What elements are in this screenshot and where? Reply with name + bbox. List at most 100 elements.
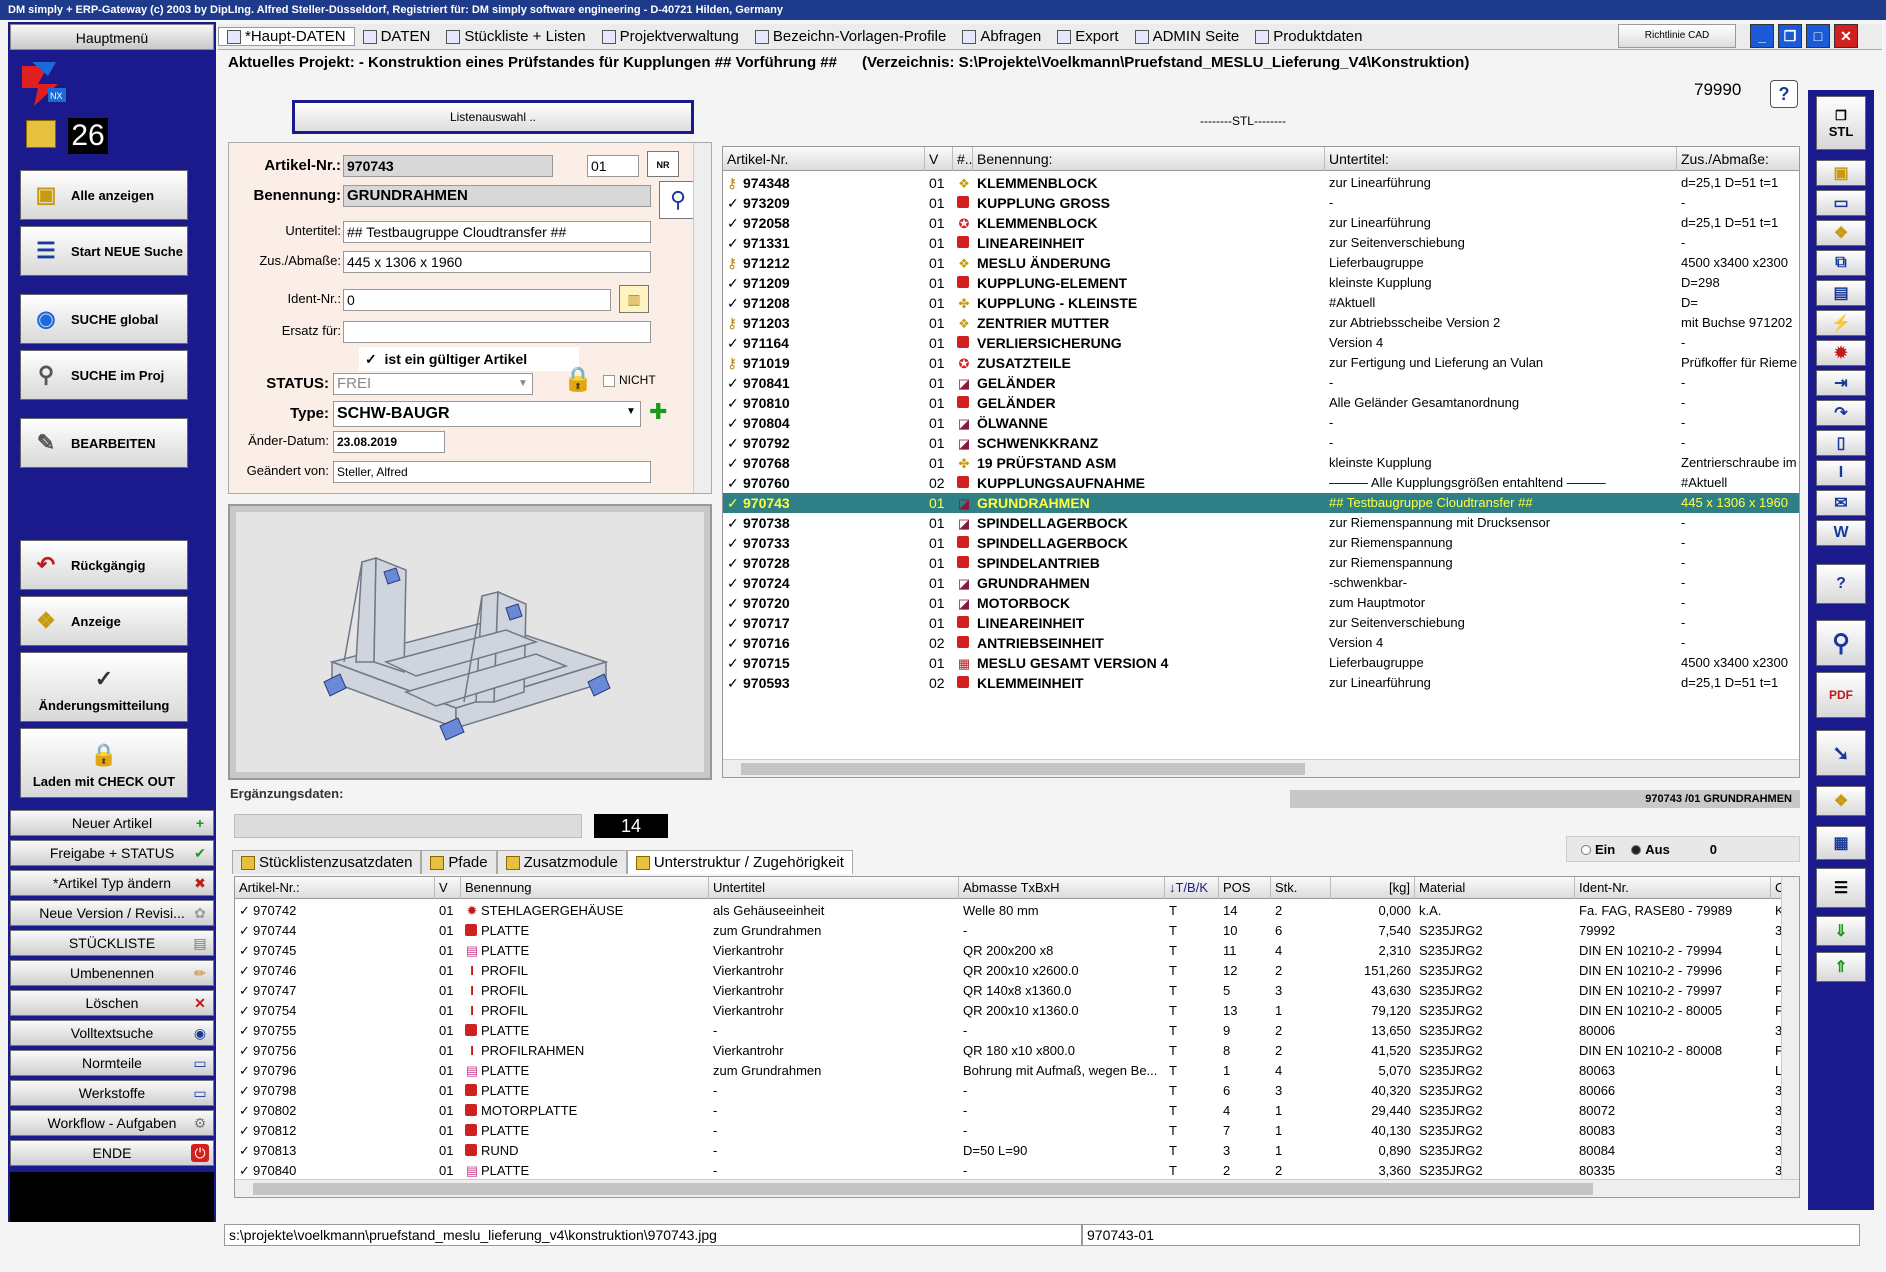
new-article-button[interactable]: Neuer Artikel + — [10, 810, 214, 836]
list-tool-button[interactable]: ☰ — [1816, 868, 1866, 908]
change-notice-button[interactable]: ✓ Änderungsmitteilung — [20, 652, 188, 722]
col-tbk[interactable]: ↓T/B/K — [1165, 877, 1219, 899]
table-row[interactable]: ✓ 970796 01 ▤ PLATTE zum Grundrahmen Bohrung m… — [235, 1061, 1799, 1081]
change-type-button[interactable]: *Artikel Typ ändern ✖ — [10, 870, 214, 896]
table-row[interactable]: ✓ 970754 01 I PROFIL Vierkantrohr QR 200x10 x1… — [235, 1001, 1799, 1021]
radio-ein[interactable]: Ein — [1581, 842, 1615, 857]
table-row[interactable]: ✓ 970841 01 ◪ GELÄNDER - - — [723, 373, 1799, 393]
ident-lookup-icon[interactable]: ▥ — [619, 285, 649, 313]
aender-field[interactable]: 23.08.2019 — [333, 431, 445, 453]
ident-field[interactable]: 0 — [343, 289, 611, 311]
materials-button[interactable]: Werkstoffe ▭ — [10, 1080, 214, 1106]
col-benennung[interactable]: Benennung: — [973, 147, 1325, 171]
table-row[interactable]: ✓ 970743 01 ◪ GRUNDRAHMEN ## Testbaugruppe Cl… — [723, 493, 1799, 513]
rename-button[interactable]: Umbenennen ✏ — [10, 960, 214, 986]
col-untertitel[interactable]: Untertitel — [709, 877, 959, 899]
zus-field[interactable]: 445 x 1306 x 1960 — [343, 251, 651, 273]
edit-button[interactable]: ✎ BEARBEITEN — [20, 418, 188, 468]
table-tool-button[interactable]: ▦ — [1816, 826, 1866, 860]
table-row[interactable]: ✓ 970810 01 GELÄNDER Alle Geländer Gesamtano… — [723, 393, 1799, 413]
mail-tool-button[interactable]: ✉ — [1816, 490, 1866, 516]
version-field[interactable]: 01 — [587, 155, 639, 177]
pdf-tool-button[interactable]: PDF — [1816, 672, 1866, 718]
restore-icon[interactable]: ❐ — [1778, 24, 1802, 48]
add-type-icon[interactable]: ✚ — [649, 399, 679, 429]
tag-tool-button[interactable]: ❖ — [1816, 786, 1866, 816]
substructure-vscroll[interactable] — [1781, 877, 1799, 1197]
table-row[interactable]: ✓ 970720 01 ◪ MOTORBOCK zum Hauptmotor - — [723, 593, 1799, 613]
radio-aus[interactable]: Aus — [1631, 842, 1670, 857]
table-row[interactable]: ✓ 971331 01 LINEAREINHEIT zur Seitenverschie… — [723, 233, 1799, 253]
minimize-icon[interactable]: _ — [1750, 24, 1774, 48]
workflow-button[interactable]: Workflow - Aufgaben ⚙ — [10, 1110, 214, 1136]
paste-tool-button[interactable]: ▤ — [1816, 280, 1866, 306]
table-row[interactable]: ✓ 970745 01 ▤ PLATTE Vierkantrohr QR 200x200 x… — [235, 941, 1799, 961]
delete-button[interactable]: Löschen ✕ — [10, 990, 214, 1016]
table-row[interactable]: ✓ 970768 01 ✤ 19 PRÜFSTAND ASM kleinste Kuppl… — [723, 453, 1799, 473]
sheet-tool-button[interactable]: ▭ — [1816, 190, 1866, 216]
assembly-tool-button[interactable]: ❖ — [1816, 220, 1866, 246]
table-row[interactable]: ✓ 970840 01 ▤ PLATTE - - T 2 2 3,360 S235JRG2 80335 3 — [235, 1161, 1799, 1181]
close-icon[interactable]: ✕ — [1834, 24, 1858, 48]
table-row[interactable]: ✓ 970798 01 PLATTE - - T 6 3 40,320 S235JRG2 80066 3 — [235, 1081, 1799, 1101]
table-row[interactable]: ✓ 970792 01 ◪ SCHWENKKRANZ - - — [723, 433, 1799, 453]
table-row[interactable]: ✓ 973209 01 KUPPLUNG GROSS - - — [723, 193, 1799, 213]
lock-icon[interactable]: 🔒 — [563, 365, 593, 397]
table-row[interactable]: ✓ 971209 01 KUPPLUNG-ELEMENT kleinste Kupplu… — [723, 273, 1799, 293]
show-all-button[interactable]: ▣ Alle anzeigen — [20, 170, 188, 220]
help-tool-button[interactable]: ? — [1816, 564, 1866, 604]
doc-tool-button[interactable]: ▯ — [1816, 430, 1866, 456]
col-benennung[interactable]: Benennung — [461, 877, 709, 899]
table-row[interactable]: ⚷ 971019 01 ✪ ZUSATZTEILE zur Fertigung und L… — [723, 353, 1799, 373]
table-row[interactable]: ✓ 970744 01 PLATTE zum Grundrahmen - T 10 6 7,540… — [235, 921, 1799, 941]
menu-projektverwaltung[interactable]: Projektverwaltung — [594, 28, 747, 45]
table-row[interactable]: ✓ 971164 01 VERLIERSICHERUNG Version 4- — [723, 333, 1799, 353]
nicht-checkbox[interactable] — [603, 375, 615, 387]
geaendert-field[interactable]: Steller, Alfred — [333, 461, 651, 483]
menu-admin[interactable]: ADMIN Seite — [1127, 28, 1248, 45]
standard-parts-button[interactable]: Normteile ▭ — [10, 1050, 214, 1076]
insert-tool-button[interactable]: ⇥ — [1816, 370, 1866, 396]
col-stk[interactable]: Stk. — [1271, 877, 1331, 899]
table-row[interactable]: ✓ 970738 01 ◪ SPINDELLAGERBOCK zur Riemenspan… — [723, 513, 1799, 533]
exit-button[interactable]: ENDE ⏻ — [10, 1140, 214, 1166]
magnifier-icon[interactable]: ⚲ — [659, 181, 697, 219]
menu-stueckliste[interactable]: Stückliste + Listen — [438, 28, 593, 45]
curve-tool-button[interactable]: ↷ — [1816, 400, 1866, 426]
table-row[interactable]: ✓ 970717 01 LINEAREINHEIT zur Seitenverschie… — [723, 613, 1799, 633]
table-row[interactable]: ✓ 970742 01 ✹ STEHLAGERGEHÄUSE als Gehäuseein… — [235, 901, 1799, 921]
table-row[interactable]: ✓ 970804 01 ◪ ÖLWANNE - - — [723, 413, 1799, 433]
display-button[interactable]: ❖ Anzeige — [20, 596, 188, 646]
gear-tool-button[interactable]: ✹ — [1816, 340, 1866, 366]
maximize-icon[interactable]: □ — [1806, 24, 1830, 48]
release-status-button[interactable]: Freigabe + STATUS ✔ — [10, 840, 214, 866]
untertitel-field[interactable]: ## Testbaugruppe Cloudtransfer ## — [343, 221, 651, 243]
zoom-tool-button[interactable]: ⚲ — [1816, 620, 1866, 666]
col-artikel[interactable]: Artikel-Nr. — [723, 147, 925, 171]
col-material[interactable]: Material — [1415, 877, 1575, 899]
col-v[interactable]: V — [435, 877, 461, 899]
menu-produktdaten[interactable]: Produktdaten — [1247, 28, 1370, 45]
table-row[interactable]: ✓ 970733 01 SPINDELLAGERBOCK zur Riemenspann… — [723, 533, 1799, 553]
table-row[interactable]: ✓ 970813 01 RUND - D=50 L=90 T 3 1 0,890 S235JRG2 8… — [235, 1141, 1799, 1161]
project-search-button[interactable]: ⚲ SUCHE im Proj — [20, 350, 188, 400]
col-ident[interactable]: Ident-Nr. — [1575, 877, 1771, 899]
table-row[interactable]: ✓ 970760 02 KUPPLUNGSAUFNAHME ——— Alle Kuppl… — [723, 473, 1799, 493]
col-v[interactable]: V — [925, 147, 953, 171]
table-row[interactable]: ✓ 970756 01 I PROFILRAHMEN Vierkantrohr QR 180… — [235, 1041, 1799, 1061]
status-dropdown[interactable]: FREI ▼ — [333, 373, 533, 395]
arrow-tool-button[interactable]: ➘ — [1816, 730, 1866, 776]
bom-button[interactable]: STÜCKLISTE ▤ — [10, 930, 214, 956]
type-dropdown[interactable]: SCHW-BAUGR ▼ — [333, 401, 641, 427]
table-row[interactable]: ⚷ 971203 01 ❖ ZENTRIER MUTTER zur Abtriebssch… — [723, 313, 1799, 333]
menu-daten[interactable]: DATEN — [355, 28, 439, 45]
table-row[interactable]: ✓ 971208 01 ✤ KUPPLUNG - KLEINSTE #Aktuell D= — [723, 293, 1799, 313]
form-scrollbar[interactable] — [693, 143, 711, 493]
col-untertitel[interactable]: Untertitel: — [1325, 147, 1677, 171]
col-artikel[interactable]: Artikel-Nr.: — [235, 877, 435, 899]
table-row[interactable]: ✓ 972058 01 ✪ KLEMMENBLOCK zur Linearführung d… — [723, 213, 1799, 233]
part-tool-button[interactable]: ▣ — [1816, 160, 1866, 186]
hscroll-thumb[interactable] — [741, 763, 1305, 775]
table-row[interactable]: ✓ 970746 01 I PROFIL Vierkantrohr QR 200x10 x2… — [235, 961, 1799, 981]
ersatz-field[interactable] — [343, 321, 651, 343]
